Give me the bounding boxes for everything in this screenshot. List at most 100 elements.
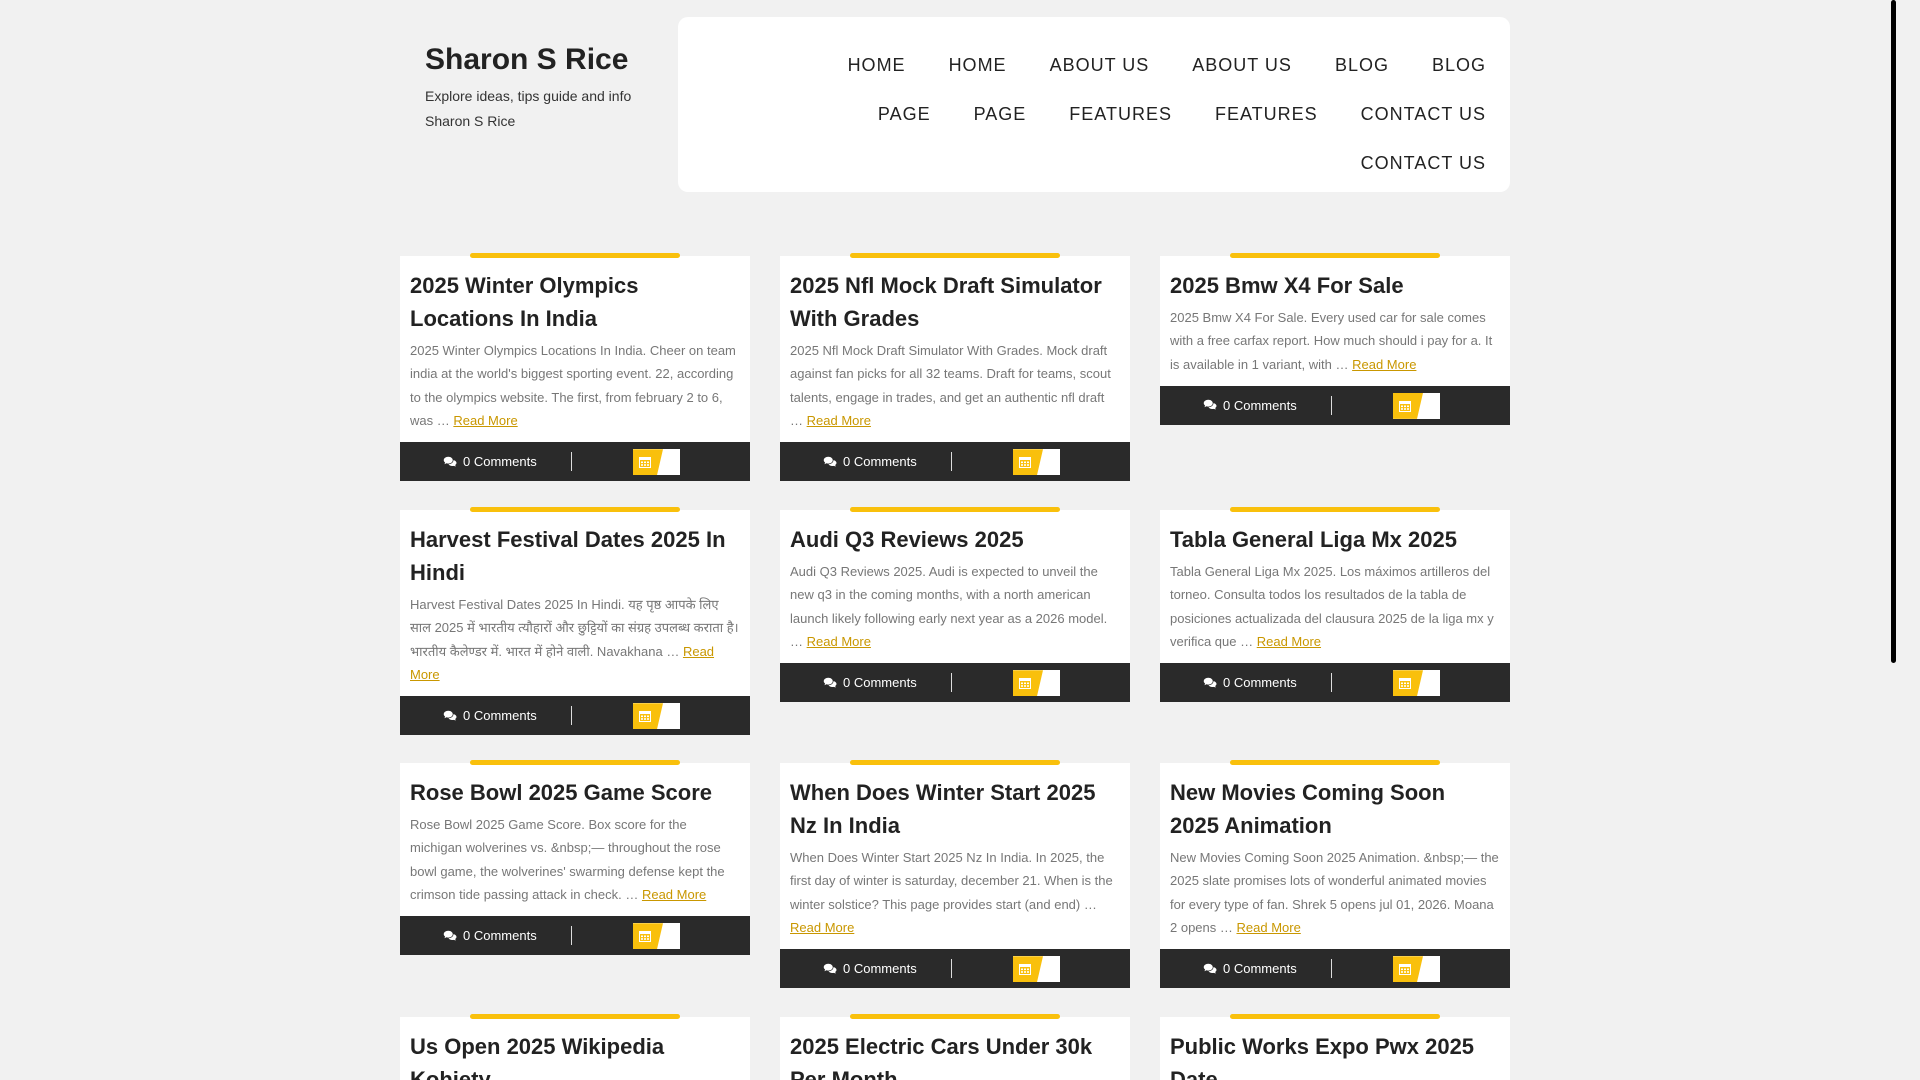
card-accent-bar (1230, 760, 1440, 765)
post-excerpt: 2025 Bmw X4 For Sale. Every used car for… (1170, 306, 1500, 376)
post-meta-bar: 0 Comments (780, 442, 1130, 482)
post-date[interactable] (1013, 956, 1060, 983)
site-branding: Sharon S Rice Explore ideas, tips guide … (425, 42, 655, 134)
site-description: Explore ideas, tips guide and info Sharo… (425, 88, 632, 129)
read-more-link[interactable]: Read More (790, 920, 854, 935)
comments-link[interactable]: 0 Comments (443, 916, 537, 955)
post-card: Harvest Festival Dates 2025 In Hindi Harv… (400, 507, 750, 736)
read-more-link[interactable]: Read More (1352, 357, 1416, 372)
post-card: Public Works Expo Pwx 2025 Date (1160, 1014, 1510, 1080)
post-title[interactable]: Audi Q3 Reviews 2025 (790, 523, 1120, 556)
comments-link[interactable]: 0 Comments (823, 949, 917, 988)
post-meta-bar: 0 Comments (400, 696, 750, 736)
calendar-icon (1393, 392, 1423, 419)
site-title[interactable]: Sharon S Rice (425, 42, 655, 78)
post-title[interactable]: Us Open 2025 Wikipedia Kohiety (410, 1030, 740, 1080)
comments-icon (443, 456, 457, 467)
nav-item-home[interactable]: HOME (848, 47, 906, 83)
nav-item-features[interactable]: FEATURES (1215, 96, 1318, 132)
post-excerpt: Audi Q3 Reviews 2025. Audi is expected t… (790, 560, 1120, 653)
post-meta-bar: 0 Comments (780, 949, 1130, 989)
card-body: New Movies Coming Soon 2025 Animation New… (1160, 763, 1510, 949)
post-card: When Does Winter Start 2025 Nz In India W… (780, 760, 1130, 989)
post-date[interactable] (1013, 449, 1060, 476)
card-body: Public Works Expo Pwx 2025 Date (1160, 1017, 1510, 1080)
card-body: Audi Q3 Reviews 2025 Audi Q3 Reviews 2025… (780, 510, 1130, 663)
read-more-link[interactable]: Read More (807, 634, 871, 649)
nav-item-page[interactable]: PAGE (878, 96, 931, 132)
card-body: Us Open 2025 Wikipedia Kohiety (400, 1017, 750, 1080)
post-title[interactable]: Rose Bowl 2025 Game Score (410, 776, 740, 809)
comments-count: 0 Comments (1223, 961, 1297, 977)
comments-icon (1203, 677, 1217, 688)
post-card: 2025 Winter Olympics Locations In India 2… (400, 253, 750, 482)
nav-item-blog[interactable]: BLOG (1335, 47, 1389, 83)
post-title[interactable]: New Movies Coming Soon 2025 Animation (1170, 776, 1500, 842)
comments-link[interactable]: 0 Comments (823, 663, 917, 702)
card-accent-bar (850, 760, 1060, 765)
read-more-link[interactable]: Read More (642, 887, 706, 902)
post-date[interactable] (1013, 670, 1060, 697)
meta-divider (951, 959, 952, 979)
post-title[interactable]: Public Works Expo Pwx 2025 Date (1170, 1030, 1500, 1080)
post-title[interactable]: 2025 Winter Olympics Locations In India (410, 269, 740, 335)
post-meta-bar: 0 Comments (780, 663, 1130, 703)
comments-icon (823, 963, 837, 974)
page: Sharon S Rice Explore ideas, tips guide … (0, 0, 1902, 1080)
nav-item-blog[interactable]: BLOG (1432, 47, 1486, 83)
card-accent-bar (1230, 507, 1440, 512)
excerpt-text: 2025 Bmw X4 For Sale. Every used car for… (1170, 310, 1493, 372)
post-meta-bar: 0 Comments (400, 442, 750, 482)
nav-item-about-us[interactable]: ABOUT US (1192, 47, 1292, 83)
comments-count: 0 Comments (1223, 397, 1297, 413)
post-title[interactable]: 2025 Electric Cars Under 30k Per Month (790, 1030, 1120, 1080)
post-title[interactable]: Tabla General Liga Mx 2025 (1170, 523, 1500, 556)
card-body: 2025 Electric Cars Under 30k Per Month (780, 1017, 1130, 1080)
comments-link[interactable]: 0 Comments (443, 696, 537, 735)
nav-item-about-us[interactable]: ABOUT US (1050, 47, 1150, 83)
post-date[interactable] (1393, 670, 1440, 697)
calendar-icon (1013, 670, 1043, 697)
nav-item-page[interactable]: PAGE (974, 96, 1027, 132)
card-accent-bar (470, 253, 680, 258)
read-more-link[interactable]: Read More (453, 413, 517, 428)
card-body: Rose Bowl 2025 Game Score Rose Bowl 2025 … (400, 763, 750, 916)
post-title[interactable]: When Does Winter Start 2025 Nz In India (790, 776, 1120, 842)
read-more-link[interactable]: Read More (1237, 920, 1301, 935)
nav-item-contact-us[interactable]: CONTACT US (1361, 145, 1486, 181)
post-excerpt: Harvest Festival Dates 2025 In Hindi. यह… (410, 593, 740, 686)
comments-count: 0 Comments (843, 454, 917, 470)
comments-icon (823, 677, 837, 688)
meta-divider (1331, 395, 1332, 415)
excerpt-text: When Does Winter Start 2025 Nz In India.… (790, 850, 1113, 912)
scrollbar-thumb[interactable] (1891, 0, 1896, 663)
comments-link[interactable]: 0 Comments (823, 442, 917, 481)
post-date[interactable] (633, 703, 680, 730)
meta-divider (951, 452, 952, 472)
comments-link[interactable]: 0 Comments (443, 442, 537, 481)
comments-link[interactable]: 0 Comments (1203, 663, 1297, 702)
post-title[interactable]: 2025 Bmw X4 For Sale (1170, 269, 1500, 302)
post-date[interactable] (633, 923, 680, 950)
nav-item-contact-us[interactable]: CONTACT US (1361, 96, 1486, 132)
comments-count: 0 Comments (463, 708, 537, 724)
read-more-link[interactable]: Read More (1257, 634, 1321, 649)
post-excerpt: 2025 Nfl Mock Draft Simulator With Grade… (790, 339, 1120, 432)
post-date[interactable] (1393, 392, 1440, 419)
post-title[interactable]: Harvest Festival Dates 2025 In Hindi (410, 523, 740, 589)
post-card: 2025 Nfl Mock Draft Simulator With Grade… (780, 253, 1130, 482)
read-more-link[interactable]: Read More (807, 413, 871, 428)
card-accent-bar (470, 507, 680, 512)
nav-item-features[interactable]: FEATURES (1069, 96, 1172, 132)
calendar-icon (1013, 956, 1043, 983)
post-date[interactable] (633, 449, 680, 476)
comments-link[interactable]: 0 Comments (1203, 949, 1297, 988)
post-date[interactable] (1393, 956, 1440, 983)
post-excerpt: Tabla General Liga Mx 2025. Los máximos … (1170, 560, 1500, 653)
post-title[interactable]: 2025 Nfl Mock Draft Simulator With Grade… (790, 269, 1120, 335)
scrollbar[interactable] (1884, 0, 1902, 1080)
comments-icon (1203, 963, 1217, 974)
nav-item-home[interactable]: HOME (949, 47, 1007, 83)
calendar-icon (633, 923, 663, 950)
comments-link[interactable]: 0 Comments (1203, 386, 1297, 425)
